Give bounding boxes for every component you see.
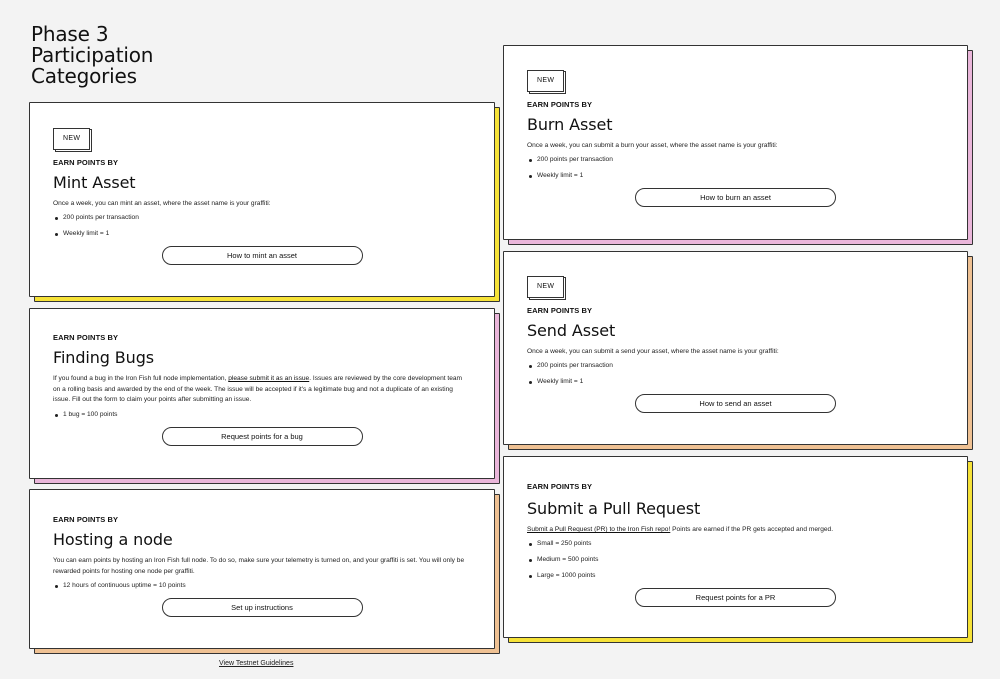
card-mint-asset: NEW EARN POINTS BY Mint Asset Once a wee… bbox=[29, 102, 500, 302]
new-badge: NEW bbox=[527, 275, 567, 300]
card-title: Send Asset bbox=[527, 321, 616, 340]
how-to-mint-button[interactable]: How to mint an asset bbox=[161, 245, 363, 265]
bullet-list: 12 hours of continuous uptime = 10 point… bbox=[53, 582, 471, 590]
list-item: 200 points per transaction bbox=[527, 362, 944, 370]
list-item: Weekly limit = 1 bbox=[53, 230, 471, 238]
submit-pr-link[interactable]: Submit a Pull Request (PR) to the Iron F… bbox=[527, 526, 670, 533]
setup-instructions-button[interactable]: Set up instructions bbox=[161, 598, 363, 617]
bullet-list: 200 points per transaction Weekly limit … bbox=[53, 214, 471, 238]
submit-issue-link[interactable]: please submit it as an issue bbox=[228, 375, 309, 382]
testnet-guidelines-link[interactable]: View Testnet Guidelines bbox=[219, 660, 293, 667]
card-pull-request: EARN POINTS BY Submit a Pull Request Sub… bbox=[503, 456, 973, 643]
eyebrow-label: EARN POINTS BY bbox=[527, 482, 593, 491]
bullet-list: 1 bug = 100 points bbox=[53, 411, 471, 419]
list-item: Medium = 500 points bbox=[527, 556, 944, 564]
list-item: 1 bug = 100 points bbox=[53, 411, 471, 419]
bullet-list: 200 points per transaction Weekly limit … bbox=[527, 156, 944, 180]
list-item: 200 points per transaction bbox=[53, 214, 471, 222]
list-item: Small = 250 points bbox=[527, 540, 944, 548]
list-item: 12 hours of continuous uptime = 10 point… bbox=[53, 582, 471, 590]
bullet-list: 200 points per transaction Weekly limit … bbox=[527, 362, 944, 386]
list-item: Large = 1000 points bbox=[527, 572, 944, 580]
card-description: Once a week, you can submit a burn your … bbox=[527, 142, 778, 149]
card-title: Submit a Pull Request bbox=[527, 499, 701, 518]
card-burn-asset: NEW EARN POINTS BY Burn Asset Once a wee… bbox=[503, 45, 973, 245]
request-pr-points-button[interactable]: Request points for a PR bbox=[635, 587, 836, 607]
card-description: Submit a Pull Request (PR) to the Iron F… bbox=[527, 526, 834, 533]
card-description: You can earn points by hosting an Iron F… bbox=[53, 557, 465, 575]
page-title: Phase 3 Participation Categories bbox=[31, 24, 153, 87]
card-send-asset: NEW EARN POINTS BY Send Asset Once a wee… bbox=[503, 251, 973, 450]
card-title: Mint Asset bbox=[53, 173, 136, 192]
card-hosting-node: EARN POINTS BY Hosting a node You can ea… bbox=[29, 489, 500, 654]
card-description: If you found a bug in the Iron Fish full… bbox=[53, 375, 463, 403]
eyebrow-label: EARN POINTS BY bbox=[527, 306, 593, 315]
page-title-line: Participation bbox=[31, 43, 154, 67]
list-item: 200 points per transaction bbox=[527, 156, 944, 164]
card-title: Burn Asset bbox=[527, 115, 613, 134]
how-to-send-button[interactable]: How to send an asset bbox=[635, 393, 836, 413]
card-description: Once a week, you can mint an asset, wher… bbox=[53, 200, 271, 207]
request-bug-points-button[interactable]: Request points for a bug bbox=[161, 426, 363, 446]
eyebrow-label: EARN POINTS BY bbox=[53, 158, 119, 167]
new-badge: NEW bbox=[53, 127, 93, 152]
card-finding-bugs: EARN POINTS BY Finding Bugs If you found… bbox=[29, 308, 500, 484]
new-badge: NEW bbox=[527, 69, 567, 94]
eyebrow-label: EARN POINTS BY bbox=[53, 333, 119, 342]
eyebrow-label: EARN POINTS BY bbox=[527, 100, 593, 109]
list-item: Weekly limit = 1 bbox=[527, 172, 944, 180]
page-title-line: Phase 3 bbox=[31, 22, 109, 46]
card-description: Once a week, you can submit a send your … bbox=[527, 348, 779, 355]
list-item: Weekly limit = 1 bbox=[527, 378, 944, 386]
eyebrow-label: EARN POINTS BY bbox=[53, 515, 119, 524]
bullet-list: Small = 250 points Medium = 500 points L… bbox=[527, 540, 944, 580]
how-to-burn-button[interactable]: How to burn an asset bbox=[635, 187, 836, 207]
card-title: Finding Bugs bbox=[53, 348, 155, 367]
page-title-line: Categories bbox=[31, 64, 137, 88]
card-title: Hosting a node bbox=[53, 530, 173, 549]
